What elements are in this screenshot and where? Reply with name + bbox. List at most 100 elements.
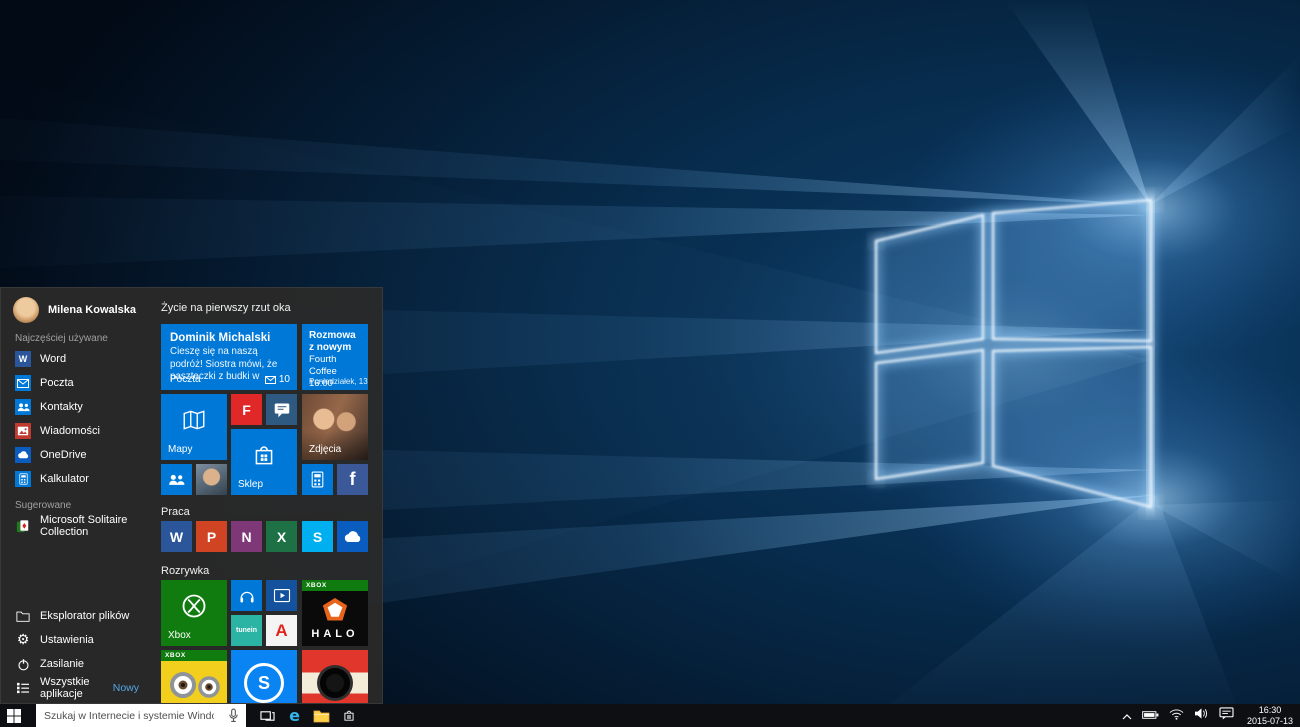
tile-powerpoint[interactable]: P: [196, 521, 227, 552]
start-button[interactable]: [0, 704, 27, 727]
group-label-glance: Życie na pierwszy rzut oka: [161, 302, 291, 314]
camera-lens-icon: [320, 668, 350, 698]
app-item-wiadomosci[interactable]: Wiadomości: [1, 419, 153, 443]
tile-portrait-photo[interactable]: [196, 464, 227, 495]
tile-calculator[interactable]: [302, 464, 333, 495]
tile-store[interactable]: Sklep: [231, 429, 297, 495]
all-apps-item[interactable]: Wszystkie aplikacje Nowy: [1, 676, 153, 700]
tile-mail[interactable]: Dominik Michalski Cieszę się na naszą po…: [161, 324, 297, 390]
tile-people[interactable]: [161, 464, 192, 495]
tile-video[interactable]: [266, 580, 297, 611]
xbox-banner: XBOX: [161, 650, 227, 661]
calculator-icon: [15, 471, 31, 487]
excel-logo: X: [276, 528, 287, 545]
most-used-label: Najczęściej używane: [15, 333, 108, 344]
mail-app-label: Poczta: [170, 374, 201, 385]
all-apps-icon: [15, 680, 31, 696]
app-item-kalkulator[interactable]: Kalkulator: [1, 467, 153, 491]
tile-messaging[interactable]: [266, 394, 297, 425]
app-item-kontakty[interactable]: Kontakty: [1, 395, 153, 419]
tile-shazam[interactable]: S: [231, 650, 297, 703]
wifi-icon: [1169, 708, 1184, 720]
app-label: Word: [40, 353, 67, 365]
microphone-icon[interactable]: [228, 708, 239, 727]
app-item-poczta[interactable]: Poczta: [1, 371, 153, 395]
maps-label: Mapy: [168, 444, 193, 455]
suggested-section: Sugerowane Microsoft Solitaire Collectio…: [1, 497, 153, 538]
tile-facebook[interactable]: f: [337, 464, 368, 495]
tile-photos[interactable]: Zdjęcia: [302, 394, 368, 460]
clock[interactable]: 16:30 2015-07-13: [1244, 705, 1293, 726]
tile-onedrive[interactable]: [337, 521, 368, 552]
chevron-up-icon: [1122, 713, 1132, 719]
file-explorer-item[interactable]: Eksplorator plików: [1, 604, 153, 628]
app-label: Wiadomości: [40, 425, 100, 437]
edge-button[interactable]: e: [281, 704, 308, 727]
people-icon: [15, 399, 31, 415]
app-label: Poczta: [40, 377, 74, 389]
headphones-icon: [239, 591, 254, 603]
app-label: Kalkulator: [40, 473, 89, 485]
search-input[interactable]: [36, 709, 214, 722]
word-logo: W: [169, 528, 184, 545]
mail-unread-count: 10: [278, 374, 290, 385]
tile-calendar[interactable]: Rozmowa z nowym Fourth Coffee 16:00 Poni…: [302, 324, 368, 390]
taskbar-search[interactable]: [36, 704, 246, 727]
halo-title: HALO: [311, 628, 359, 640]
clock-time: 16:30: [1258, 705, 1282, 715]
mail-tile-footer: Poczta 10: [170, 374, 290, 385]
user-profile[interactable]: Milena Kowalska: [13, 297, 136, 323]
battery-icon: [1142, 710, 1159, 719]
footer-label: Eksplorator plików: [40, 610, 130, 622]
task-view-icon: [260, 710, 275, 721]
battery-indicator[interactable]: [1142, 707, 1159, 725]
avatar: [13, 297, 39, 323]
tile-excel[interactable]: X: [266, 521, 297, 552]
envelope-icon: [264, 375, 276, 384]
solitaire-icon: [15, 518, 31, 534]
minion-goggles-icon: [170, 672, 220, 698]
store-button[interactable]: [335, 704, 362, 727]
footer-label: Ustawienia: [40, 634, 94, 646]
halo-emblem-icon: [321, 596, 349, 627]
volume-indicator[interactable]: [1194, 707, 1209, 725]
task-view-button[interactable]: [254, 704, 281, 727]
tile-adobe-reader[interactable]: A: [266, 615, 297, 646]
calculator-icon: [311, 471, 324, 488]
tile-maps[interactable]: Mapy: [161, 394, 227, 460]
tile-minions-game[interactable]: XBOX: [161, 650, 227, 703]
tile-skype[interactable]: S: [302, 521, 333, 552]
app-item-word[interactable]: W Word: [1, 347, 153, 371]
tile-camera-app[interactable]: [302, 650, 368, 703]
start-menu-tiles: Życie na pierwszy rzut oka Praca Rozrywk…: [153, 288, 382, 703]
shopping-bag-icon: [231, 429, 297, 481]
group-label-work: Praca: [161, 506, 190, 518]
word-letter: W: [18, 354, 28, 364]
tile-halo[interactable]: XBOX HALO: [302, 580, 368, 646]
xbox-label: Xbox: [168, 630, 191, 641]
tile-xbox[interactable]: Xbox: [161, 580, 227, 646]
tile-onenote[interactable]: N: [231, 521, 262, 552]
app-label: OneDrive: [40, 449, 87, 461]
chat-bubble-icon: [274, 402, 289, 417]
folder-icon: [313, 710, 330, 722]
tile-word[interactable]: W: [161, 521, 192, 552]
tile-flipboard[interactable]: F: [231, 394, 262, 425]
start-menu-footer: Eksplorator plików Ustawienia Zasilanie: [1, 604, 153, 700]
app-label: Microsoft Solitaire Collection: [40, 514, 128, 538]
network-indicator[interactable]: [1169, 707, 1184, 725]
tray-expand-button[interactable]: [1122, 707, 1132, 725]
file-explorer-button[interactable]: [308, 704, 335, 727]
power-item[interactable]: Zasilanie: [1, 652, 153, 676]
app-item-solitaire[interactable]: Microsoft Solitaire Collection: [1, 514, 153, 538]
app-label: Kontakty: [40, 401, 83, 413]
tile-tunein[interactable]: tunein: [231, 615, 262, 646]
onedrive-cloud-icon: [344, 530, 360, 542]
tile-music[interactable]: [231, 580, 262, 611]
word-icon: W: [15, 351, 31, 367]
people-icon: [169, 474, 185, 485]
adobe-logo: A: [275, 620, 288, 640]
app-item-onedrive[interactable]: OneDrive: [1, 443, 153, 467]
notification-button[interactable]: [1219, 706, 1234, 725]
settings-item[interactable]: Ustawienia: [1, 628, 153, 652]
